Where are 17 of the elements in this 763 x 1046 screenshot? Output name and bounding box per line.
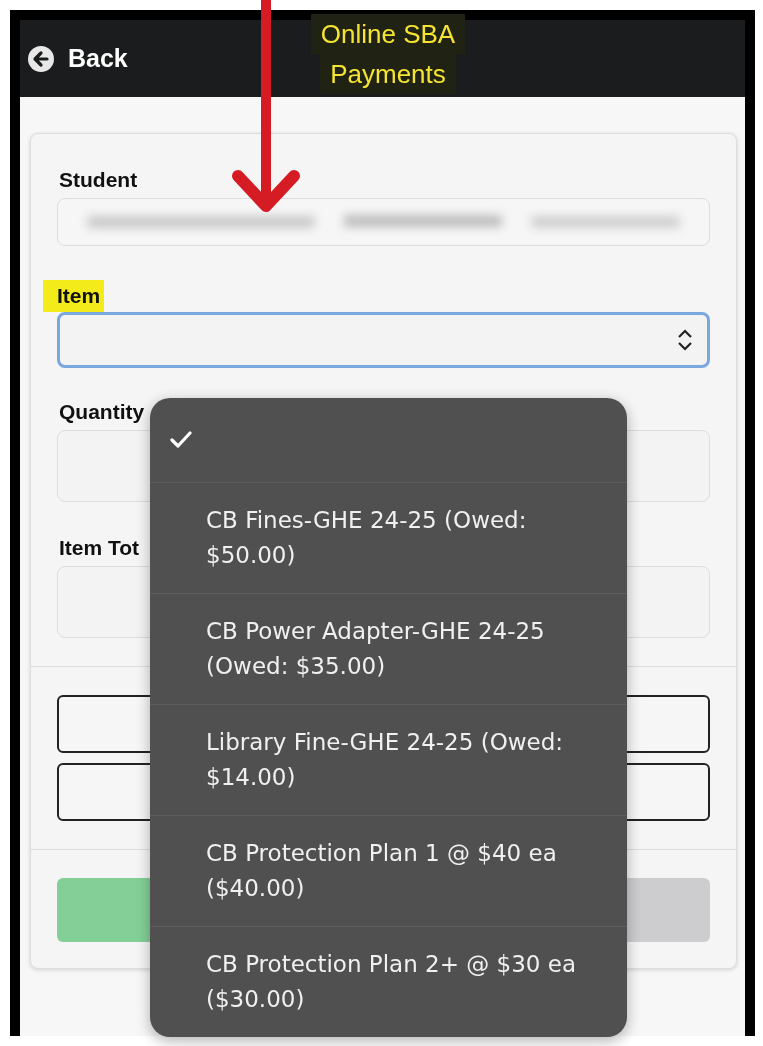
field-label: Quantity <box>58 400 146 424</box>
field-label: Item <box>43 280 105 312</box>
menu-option[interactable]: CB Protection Plan 1 @ $40 ea ($40.00) <box>150 815 627 926</box>
page-title: Online SBA <box>310 14 466 54</box>
menu-option[interactable]: CB Fines-GHE 24-25 (Owed: $50.00) <box>150 482 627 593</box>
chevron-updown-icon <box>677 329 693 351</box>
arrow-icon <box>232 0 300 214</box>
back-button[interactable]: Back <box>28 44 128 73</box>
menu-option[interactable]: Library Fine-GHE 24-25 (Owed: $14.00) <box>150 704 627 815</box>
checkmark-icon <box>170 431 192 449</box>
item-select[interactable] <box>57 312 710 368</box>
menu-option[interactable]: CB Protection Plan 2+ @ $30 ea ($30.00) <box>150 926 627 1037</box>
student-field[interactable] <box>57 198 710 246</box>
menu-option[interactable]: CB Power Adapter-GHE 24-25 (Owed: $35.00) <box>150 593 627 704</box>
page-title: Payments <box>320 54 456 94</box>
field-label: Student <box>58 168 139 192</box>
field-label: Item Tot <box>58 536 141 560</box>
